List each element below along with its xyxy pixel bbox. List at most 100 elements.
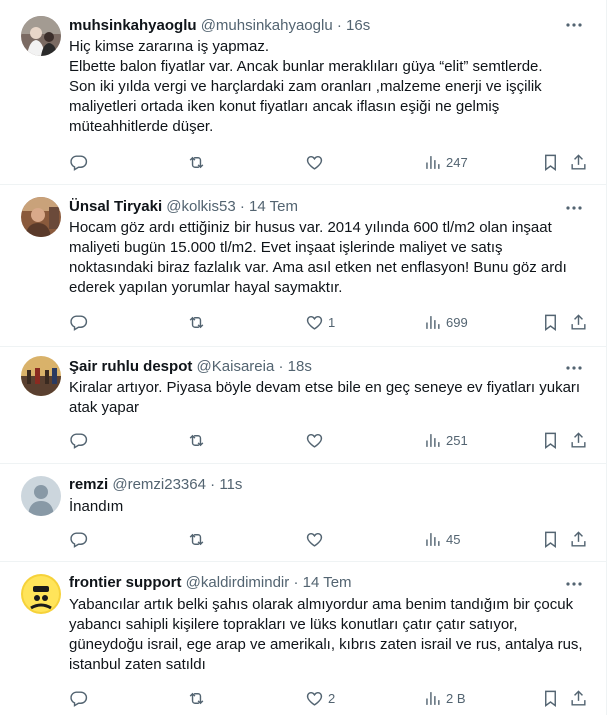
retweet-icon [189,533,204,545]
views-chart-icon [426,155,440,169]
tweet-header: muhsinkahyaoglu @muhsinkahyaoglu · 16s [69,16,580,36]
user-handle[interactable]: @kaldirdimindir [186,574,290,591]
timestamp[interactable]: 14 Tem [249,198,298,215]
user-handle[interactable]: @remzi23364 [112,476,206,493]
avatar-default[interactable] [21,476,61,516]
display-name[interactable]: muhsinkahyaoglu [69,17,197,34]
views-count: 699 [446,314,468,330]
tweet[interactable]: Şair ruhlu despot @Kaisareia · 18s Kiral… [0,347,606,464]
tweet-text-line: güneydoğu israil, ege arap ve amerikalı,… [69,636,583,653]
reply-button[interactable] [69,430,92,450]
tweet-text-line: ederek yapılan yorumlar hayal saymaktır. [69,279,343,296]
heart-icon [306,155,323,170]
heart-icon [306,532,323,547]
retweet-button[interactable] [187,529,210,549]
tweet-text: Hiç kimse zararına iş yapmaz. Elbette ba… [69,37,580,137]
retweet-button[interactable] [187,312,210,332]
separator: · [239,198,245,215]
display-name[interactable]: frontier support [69,574,182,591]
tweet-text-line: Hocam göz ardı ettiğiniz bir husus var. … [69,219,552,236]
retweet-button[interactable] [187,430,210,450]
reply-button[interactable] [69,152,92,172]
share-icon [571,530,586,547]
retweet-icon [189,156,204,168]
share-button[interactable] [569,312,588,332]
avatar[interactable] [21,574,61,614]
share-button[interactable] [569,152,588,172]
tweet-text-line: İnandım [69,498,124,515]
views-button[interactable]: 45 [423,529,460,549]
retweet-icon [189,434,204,446]
bookmark-icon [545,314,556,331]
bookmark-icon [545,531,556,548]
separator: · [293,574,299,591]
user-handle[interactable]: @Kaisareia [197,358,275,375]
reply-button[interactable] [69,529,92,549]
like-button[interactable]: 2 [305,688,335,708]
bookmark-button[interactable] [541,312,560,332]
like-button[interactable] [305,430,328,450]
tweet-text-line: Yabancılar artık belki şahıs olarak almı… [69,596,574,613]
retweet-icon [189,316,204,328]
tweet[interactable]: remzi @remzi23364 · 11s İnandım 45 [0,464,606,562]
tweet-text-line: maliyetleri ortada iken konut fiyatları … [69,98,500,115]
more-horizontal-icon[interactable] [564,359,584,379]
retweet-button[interactable] [187,152,210,172]
reply-button[interactable] [69,688,92,708]
reply-icon [70,531,88,548]
timestamp[interactable]: 18s [288,358,312,375]
views-button[interactable]: 2 B [423,688,466,708]
tweet-text: Hocam göz ardı ettiğiniz bir husus var. … [69,218,580,298]
tweet-text-line: Elbette balon fiyatlar var. Ancak bunlar… [69,58,543,75]
display-name[interactable]: remzi [69,476,108,493]
tweet-header: frontier support @kaldirdimindir · 14 Te… [69,573,580,593]
tweet[interactable]: Ünsal Tiryaki @kolkis53 · 14 Tem Hocam g… [0,185,606,347]
like-button[interactable] [305,152,328,172]
avatar[interactable] [21,197,61,237]
views-count: 45 [446,531,461,547]
user-handle[interactable]: @muhsinkahyaoglu [201,17,333,34]
more-horizontal-icon[interactable] [564,575,584,595]
like-button[interactable] [305,529,328,549]
display-name[interactable]: Şair ruhlu despot [69,358,192,375]
tweet[interactable]: muhsinkahyaoglu @muhsinkahyaoglu · 16s H… [0,0,606,185]
tweet-text-line: Kiralar artıyor. Piyasa böyle devam etse… [69,379,581,396]
tweet-text-line: müteahhitlerde düşer. [69,118,214,135]
views-chart-icon [426,433,440,447]
views-chart-icon [426,691,440,705]
retweet-icon [189,692,204,704]
avatar[interactable] [21,16,61,56]
views-chart-icon [426,315,440,329]
tweet-text-line: atak yapar [69,399,140,416]
reply-button[interactable] [69,312,92,332]
more-horizontal-icon[interactable] [564,16,584,36]
tweet[interactable]: frontier support @kaldirdimindir · 14 Te… [0,562,606,715]
tweet-text-line: istanbul zaten satıldı [69,656,206,673]
tweet-header: Ünsal Tiryaki @kolkis53 · 14 Tem [69,197,580,217]
tweet-text-line: Son iki yılda vergi ve harçlardaki zam o… [69,78,542,95]
timestamp[interactable]: 11s [219,476,242,493]
like-button[interactable]: 1 [305,312,335,332]
reply-icon [70,314,88,331]
more-horizontal-icon[interactable] [564,199,584,219]
retweet-button[interactable] [187,688,210,708]
share-button[interactable] [569,688,588,708]
share-button[interactable] [569,430,588,450]
user-handle[interactable]: @kolkis53 [166,198,235,215]
display-name[interactable]: Ünsal Tiryaki [69,198,162,215]
views-button[interactable]: 247 [423,152,468,172]
share-button[interactable] [569,529,588,549]
timestamp[interactable]: 14 Tem [303,574,352,591]
bookmark-button[interactable] [541,688,560,708]
bookmark-button[interactable] [541,152,560,172]
views-button[interactable]: 699 [423,312,468,332]
tweet-actions: 45 [69,529,586,549]
bookmark-button[interactable] [541,529,560,549]
tweet-text: İnandım [69,497,580,517]
timestamp[interactable]: 16s [346,17,370,34]
avatar[interactable] [21,356,61,396]
views-button[interactable]: 251 [423,430,468,450]
heart-icon [306,315,323,330]
tweet-actions: 2 2 B [69,688,586,708]
bookmark-button[interactable] [541,430,560,450]
